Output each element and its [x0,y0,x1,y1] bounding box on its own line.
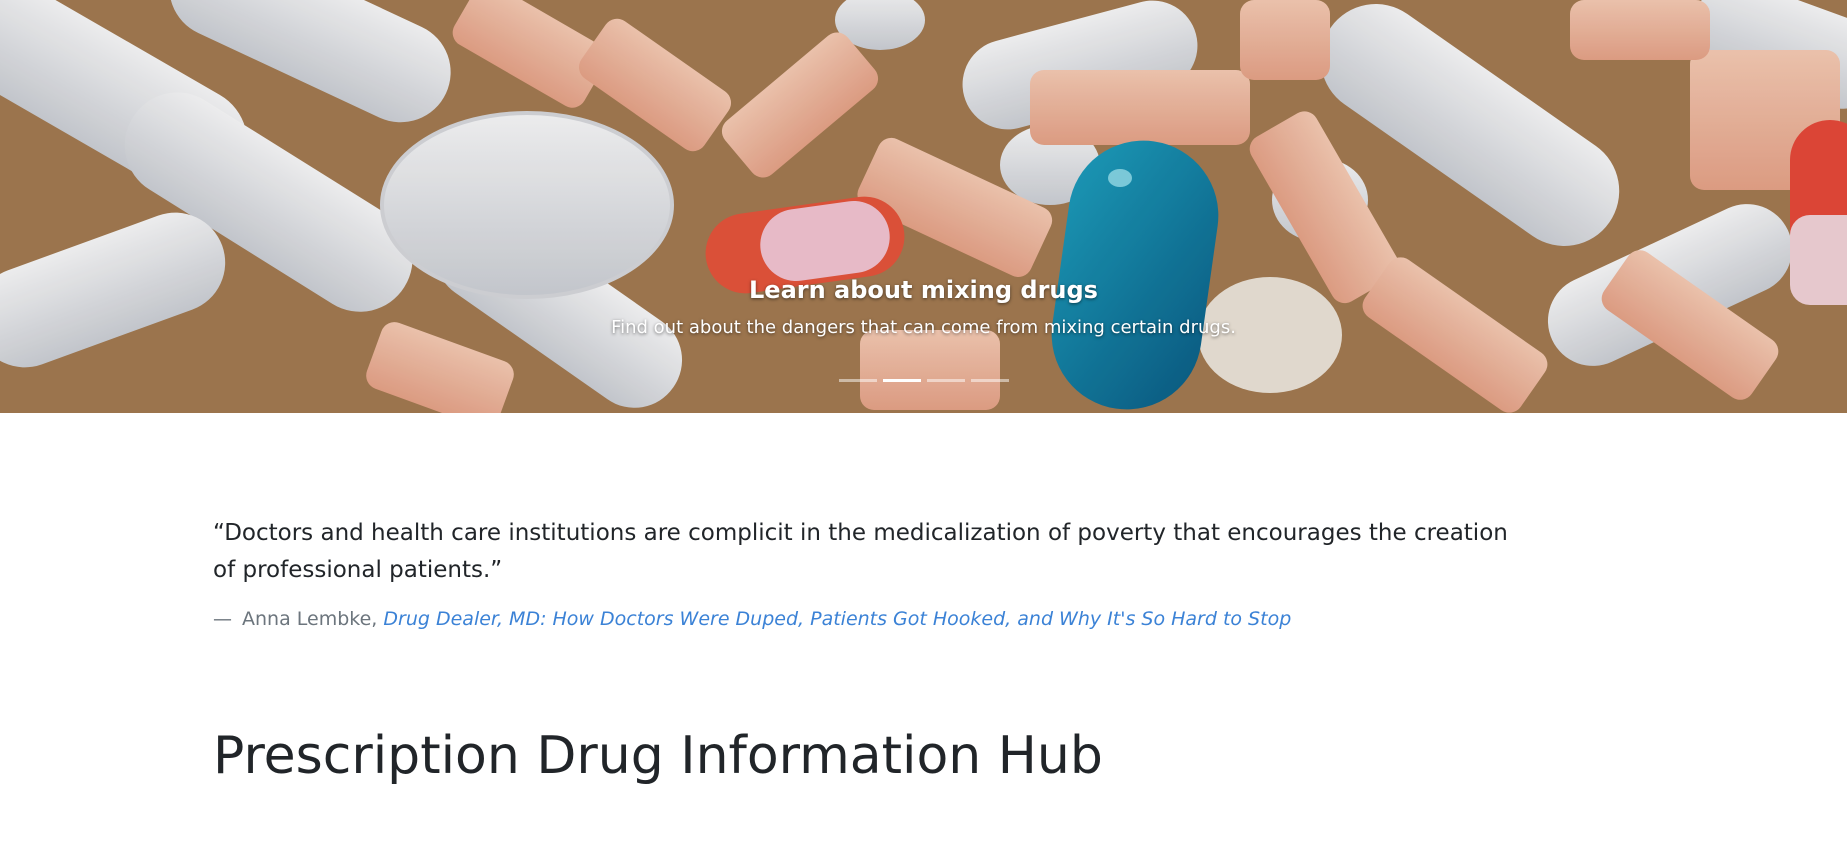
quote-attribution: — Anna Lembke, Drug Dealer, MD: How Docto… [213,605,1633,633]
carousel-slide-title: Learn about mixing drugs [749,276,1098,304]
quote-source-link[interactable]: Drug Dealer, MD: How Doctors Were Duped,… [383,608,1291,630]
quote-dash: — [213,608,232,630]
main-content: “Doctors and health care institutions ar… [213,413,1633,787]
hero-carousel[interactable]: Learn about mixing drugs Find out about … [0,0,1847,413]
carousel-indicators [0,377,1847,383]
quote-figure: “Doctors and health care institutions ar… [213,515,1633,633]
page-title: Prescription Drug Information Hub [213,726,1103,786]
carousel-caption: Learn about mixing drugs Find out about … [0,272,1847,342]
carousel-slide-image [0,0,1847,413]
carousel-indicator-3[interactable] [926,379,965,382]
quote-author: Anna Lembke, [242,608,378,630]
carousel-indicator-4[interactable] [970,379,1009,382]
carousel-indicator-2[interactable] [882,379,921,382]
quote-text: “Doctors and health care institutions ar… [213,520,1508,583]
carousel-indicator-1[interactable] [838,379,877,382]
carousel-slide-text: Find out about the dangers that can come… [611,317,1236,338]
